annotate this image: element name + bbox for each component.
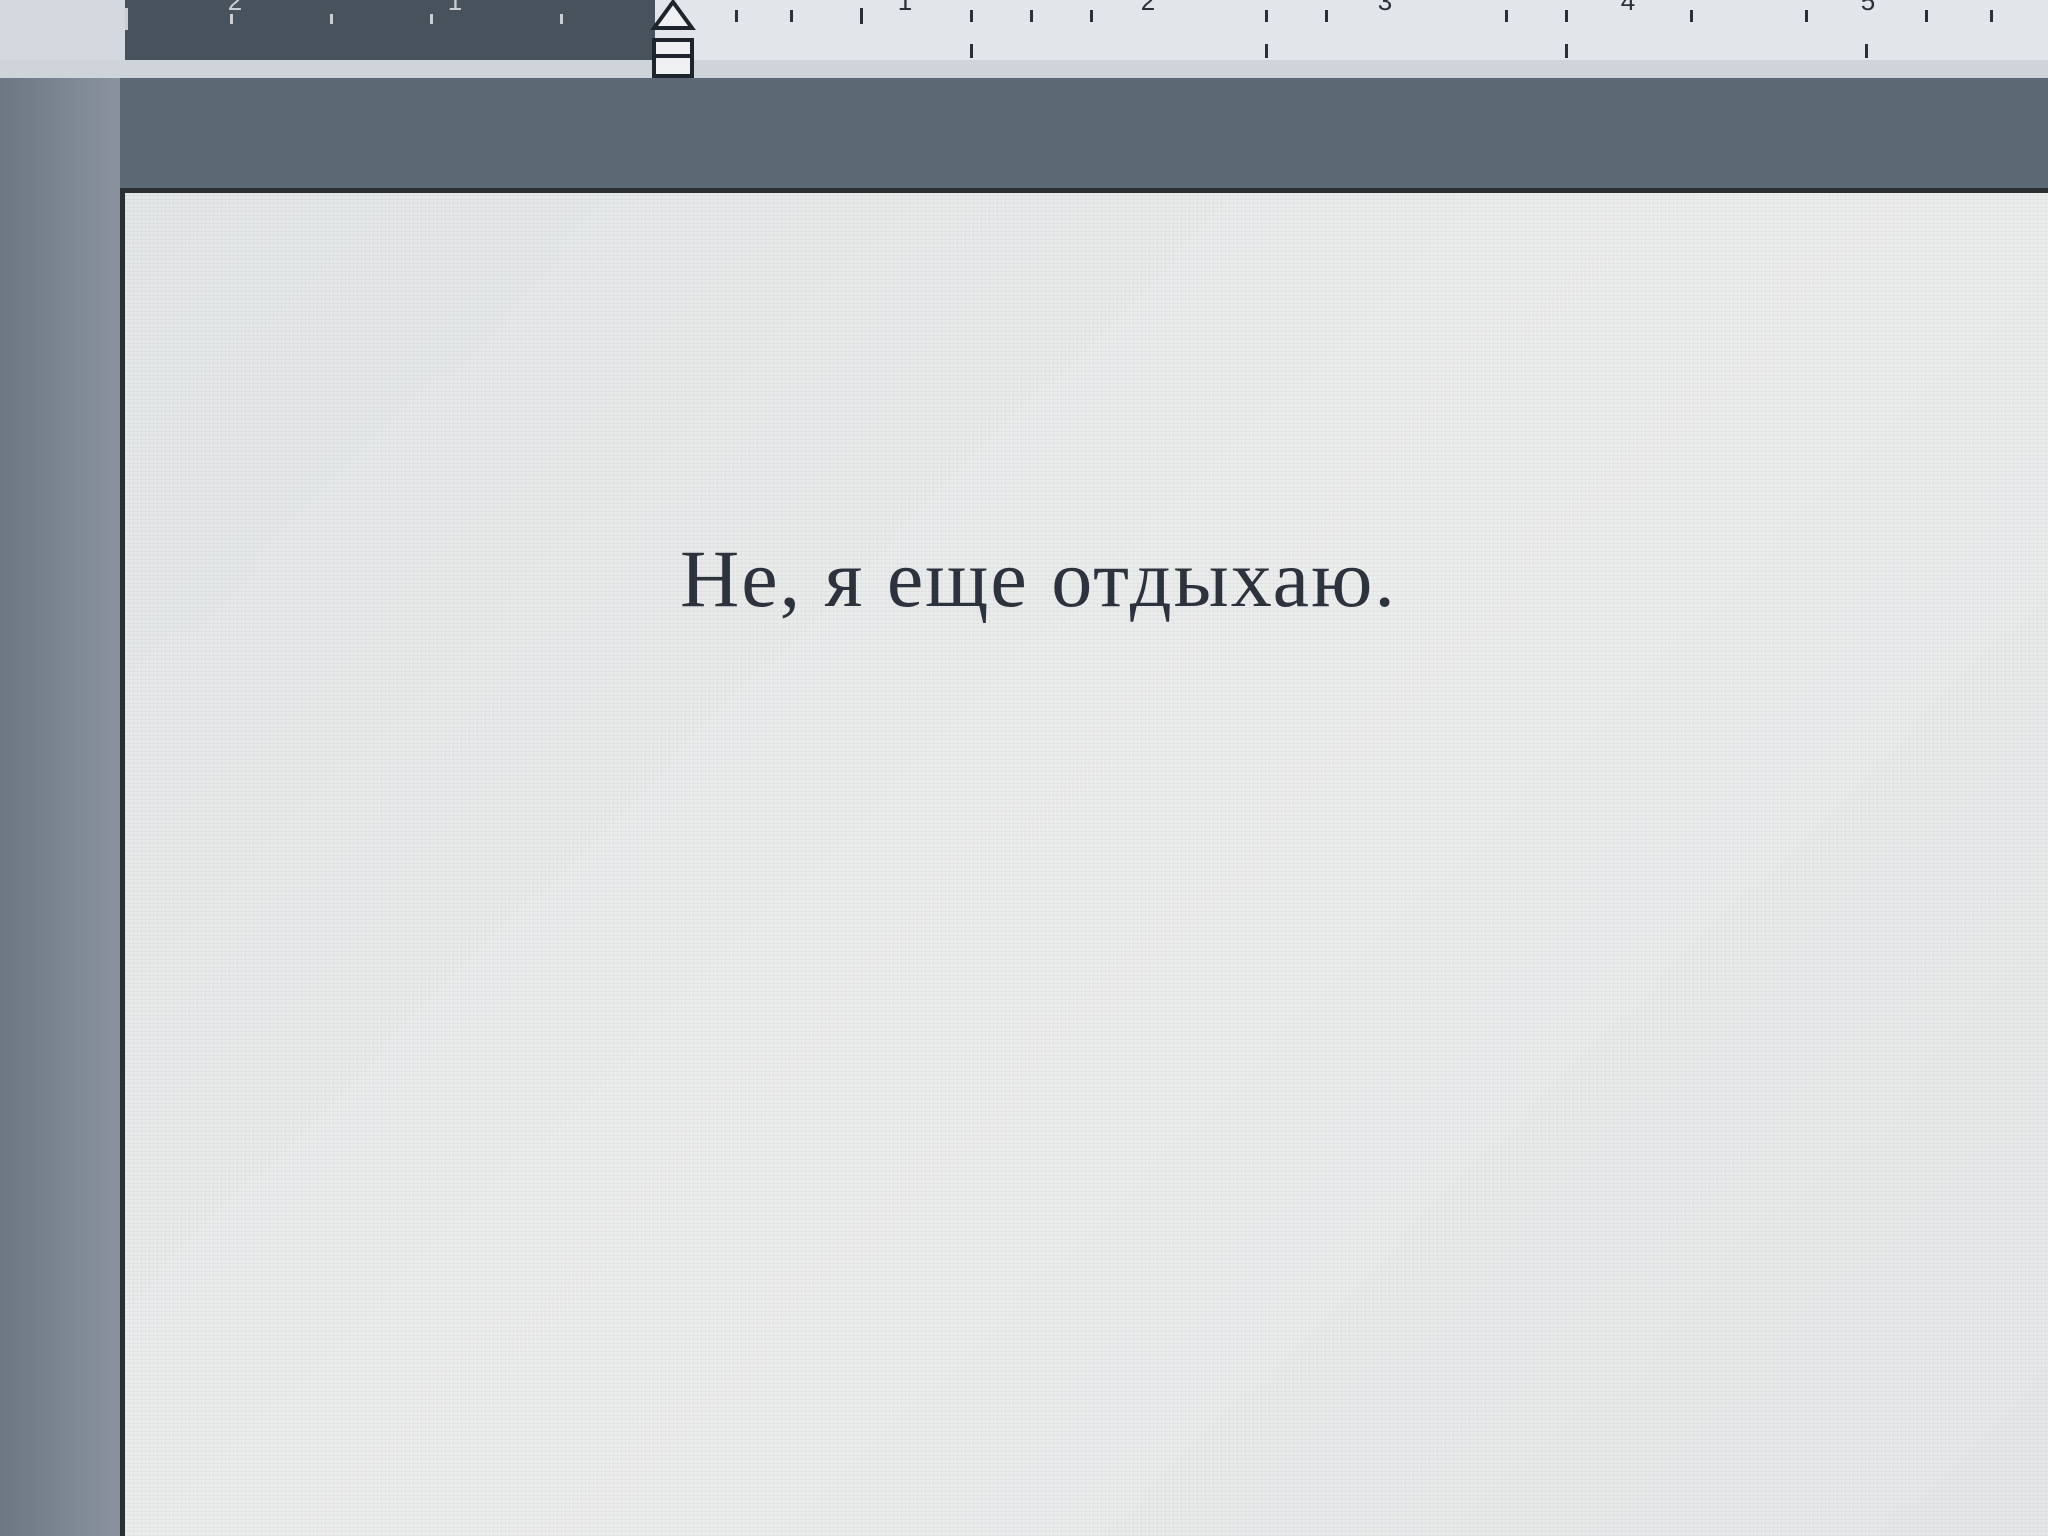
ruler-left-margin-area <box>125 0 655 60</box>
document-page[interactable]: Не, я еще отдыхаю. <box>120 188 2048 1536</box>
ruler-number: 2 <box>1140 0 1156 16</box>
left-gutter <box>0 78 120 1536</box>
ruler-tick <box>735 10 738 22</box>
ruler-number: 3 <box>1377 0 1393 16</box>
document-text-line[interactable]: Не, я еще отдыхаю. <box>680 538 1397 620</box>
ruler-bottom-edge <box>0 60 2048 78</box>
ruler-number: 2 <box>227 0 243 16</box>
ruler-number: 1 <box>897 0 913 16</box>
ruler-number: 4 <box>1620 0 1636 16</box>
ruler-tick <box>1505 10 1508 22</box>
ruler-tick <box>1325 10 1328 22</box>
ruler-number: 1 <box>447 0 463 16</box>
ruler-tick <box>1805 10 1808 22</box>
ruler-tick <box>1565 44 1568 58</box>
ruler-tick <box>1990 10 1993 22</box>
horizontal-ruler[interactable]: 2 1 1 2 3 4 5 <box>0 0 2048 78</box>
workspace-background <box>0 78 2048 188</box>
word-processor-window: 2 1 1 2 3 4 5 Не, я еще отдыхаю. <box>0 0 2048 1536</box>
ruler-text-area <box>655 0 2048 60</box>
ruler-tick <box>1265 10 1268 22</box>
left-indent-marker-icon[interactable] <box>650 0 696 78</box>
ruler-tick <box>1265 44 1268 58</box>
ruler-tick <box>125 8 128 30</box>
ruler-tick <box>1030 10 1033 22</box>
ruler-tick <box>1690 10 1693 22</box>
ruler-tick <box>970 10 973 22</box>
ruler-tick <box>1925 10 1928 22</box>
ruler-tick <box>790 10 793 22</box>
ruler-tick <box>1865 44 1868 58</box>
ruler-tick <box>430 14 433 24</box>
ruler-tick <box>970 44 973 58</box>
ruler-tick <box>860 8 863 24</box>
ruler-tick <box>560 14 563 24</box>
ruler-tick <box>1565 10 1568 22</box>
ruler-number: 5 <box>1860 0 1876 16</box>
ruler-tick <box>330 14 333 24</box>
ruler-tick <box>1090 10 1093 22</box>
